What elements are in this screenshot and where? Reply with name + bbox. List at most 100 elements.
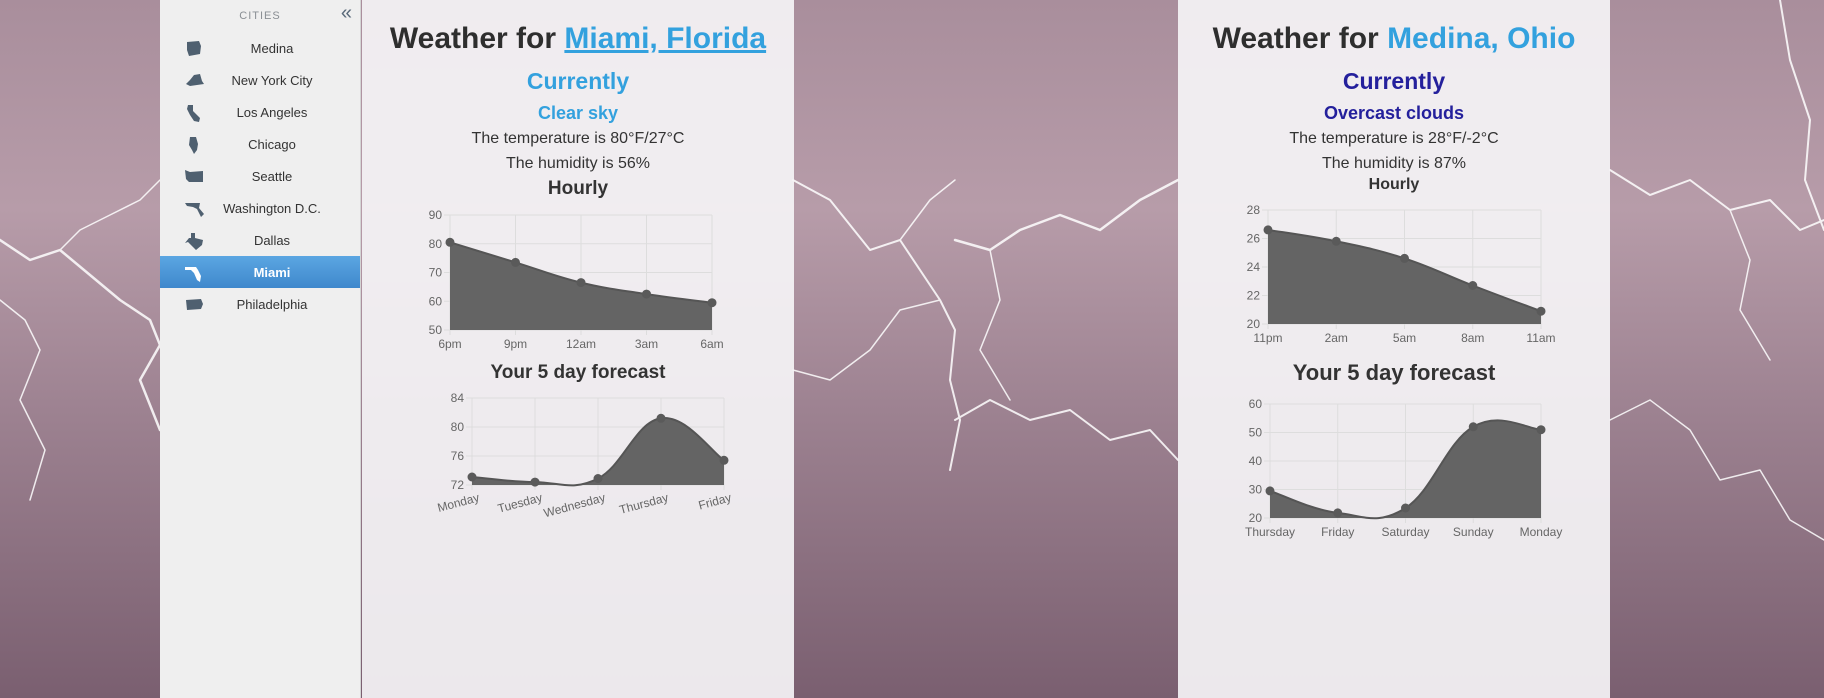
- data-point: [656, 413, 666, 423]
- data-point: [1536, 425, 1546, 435]
- x-tick-label: Sunday: [1453, 525, 1494, 539]
- data-point: [1401, 503, 1410, 513]
- hourly-heading: Hourly: [1368, 176, 1420, 193]
- y-tick-label: 26: [1247, 232, 1261, 246]
- data-point: [530, 477, 540, 487]
- x-tick-label: 9pm: [504, 337, 527, 351]
- sidebar-item-seattle[interactable]: Seattle: [160, 160, 360, 192]
- data-point: [1331, 236, 1341, 246]
- y-tick-label: 80: [451, 420, 465, 434]
- weather-panel-miami: Weather for Miami, Florida Currently Cle…: [362, 0, 794, 698]
- data-point: [1333, 508, 1343, 518]
- data-point: [445, 237, 455, 247]
- x-tick-label: 8am: [1461, 331, 1484, 345]
- data-point: [707, 298, 717, 308]
- x-tick-label: Wednesday: [542, 490, 607, 520]
- y-tick-label: 70: [429, 266, 443, 280]
- x-tick-label: 11am: [1526, 331, 1555, 345]
- y-tick-label: 60: [1249, 397, 1263, 411]
- data-point: [1468, 422, 1478, 432]
- currently-heading: Currently: [1342, 68, 1446, 94]
- sidebar-item-washington-d-c[interactable]: Washington D.C.: [160, 192, 360, 224]
- data-point: [1265, 486, 1275, 496]
- sidebar-item-medina[interactable]: Medina: [160, 32, 360, 64]
- data-point: [1263, 225, 1273, 235]
- x-tick-label: Thursday: [1245, 525, 1295, 539]
- texas-state-icon: [185, 233, 203, 250]
- y-tick-label: 84: [451, 391, 465, 405]
- x-tick-label: 2am: [1325, 331, 1348, 345]
- y-tick-label: 20: [1249, 511, 1263, 525]
- maryland-state-icon: [185, 203, 204, 217]
- hourly-temperature-chart: 20 22 24 26 28 11pm 2am 5am 8am 11am: [1247, 203, 1556, 345]
- y-tick-label: 90: [429, 208, 443, 222]
- y-tick-label: 28: [1247, 203, 1261, 217]
- humidity-text: The humidity is 87%: [1321, 155, 1467, 172]
- page-title: Weather for Medina, Ohio: [1178, 22, 1610, 56]
- data-point: [511, 257, 520, 267]
- cities-sidebar: CITIES « Medina New York City Los Angeles C…: [160, 0, 361, 698]
- forecast-heading: Your 5 day forecast: [1292, 360, 1496, 385]
- x-tick-label: 12am: [566, 337, 596, 351]
- title-prefix: Weather for: [1212, 22, 1388, 55]
- sidebar-item-philadelphia[interactable]: Philadelphia: [160, 288, 360, 320]
- illinois-state-icon: [189, 137, 198, 154]
- sidebar-item-dallas[interactable]: Dallas: [160, 224, 360, 256]
- forecast-temperature-chart: 20 30 40 50 60 Thursday Friday Saturday Sunday Mo…: [1245, 397, 1563, 539]
- data-point: [1536, 306, 1546, 316]
- y-tick-label: 80: [429, 237, 443, 251]
- y-tick-label: 60: [429, 294, 443, 308]
- x-tick-label: 5am: [1393, 331, 1416, 345]
- location-link[interactable]: Miami, Florida: [564, 22, 766, 55]
- collapse-chevrons-icon[interactable]: «: [341, 2, 352, 25]
- data-point: [1468, 281, 1478, 290]
- y-tick-label: 76: [451, 449, 465, 463]
- data-point: [467, 472, 477, 482]
- data-point: [593, 474, 603, 483]
- x-tick-label: Friday: [697, 490, 733, 512]
- florida-state-icon: [185, 267, 201, 282]
- condition-text: Overcast clouds: [1323, 103, 1465, 123]
- x-tick-label: 6pm: [438, 337, 461, 351]
- location-link[interactable]: Medina, Ohio: [1387, 22, 1575, 55]
- y-tick-label: 22: [1247, 289, 1261, 303]
- x-tick-label: 11pm: [1253, 331, 1282, 345]
- sidebar-item-los-angeles[interactable]: Los Angeles: [160, 96, 360, 128]
- data-point: [719, 455, 729, 465]
- temperature-text: The temperature is 80°F/27°C: [471, 130, 685, 147]
- y-tick-label: 50: [429, 323, 443, 337]
- y-tick-label: 30: [1249, 483, 1263, 497]
- page-title: Weather for Miami, Florida: [362, 22, 794, 56]
- x-tick-label: 6am: [700, 337, 723, 351]
- temperature-text: The temperature is 28°F/-2°C: [1289, 130, 1499, 147]
- sidebar-item-chicago[interactable]: Chicago: [160, 128, 360, 160]
- y-tick-label: 40: [1249, 454, 1263, 468]
- x-tick-label: Friday: [1321, 525, 1354, 539]
- sidebar-title: CITIES: [239, 10, 281, 22]
- y-tick-label: 24: [1247, 260, 1261, 274]
- title-prefix: Weather for: [389, 22, 565, 55]
- pennsylvania-state-icon: [186, 299, 203, 310]
- humidity-text: The humidity is 56%: [505, 155, 651, 172]
- x-tick-label: Thursday: [618, 490, 670, 516]
- hourly-heading: Hourly: [547, 178, 609, 199]
- currently-heading: Currently: [526, 68, 630, 94]
- ohio-state-icon: [187, 41, 201, 56]
- washington-state-icon: [185, 170, 203, 182]
- weather-panel-medina: Weather for Medina, Ohio Currently Overc…: [1178, 0, 1610, 698]
- sidebar-item-new-york-city[interactable]: New York City: [160, 64, 360, 96]
- new-york-state-icon: [186, 74, 204, 86]
- forecast-temperature-chart: 72 76 80 84 Monday TuesdayWednesday Thursday Fr…: [436, 391, 733, 520]
- sidebar-item-miami[interactable]: Miami: [160, 256, 360, 288]
- california-state-icon: [187, 105, 200, 122]
- hourly-temperature-chart: 50 60 70 80 90 6pm 9pm 12am 3am 6am: [429, 208, 724, 351]
- forecast-heading: Your 5 day forecast: [490, 362, 666, 383]
- x-tick-label: 3am: [635, 337, 658, 351]
- y-tick-label: 72: [451, 478, 465, 492]
- x-tick-label: Saturday: [1381, 525, 1429, 539]
- y-tick-label: 20: [1247, 317, 1261, 331]
- sidebar-header: CITIES «: [160, 0, 360, 32]
- data-point: [576, 278, 586, 288]
- data-point: [642, 289, 651, 299]
- x-tick-label: Monday: [1520, 525, 1563, 539]
